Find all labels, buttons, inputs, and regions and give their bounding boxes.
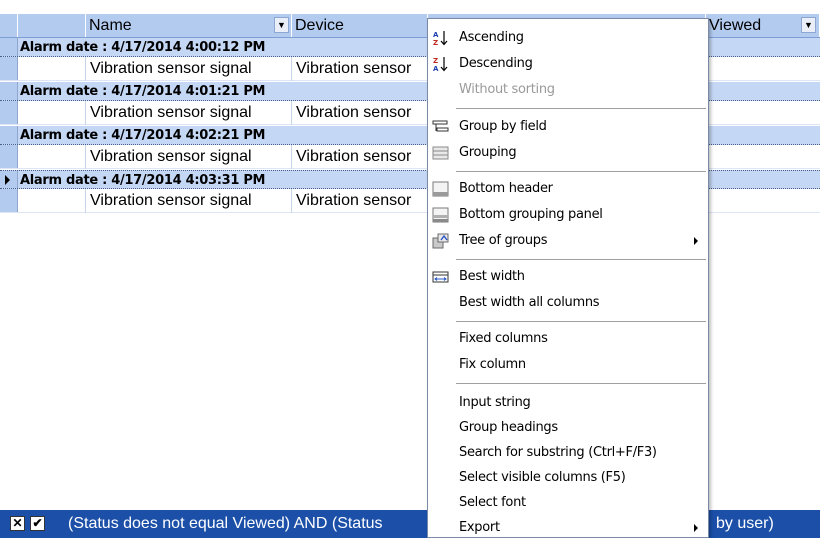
row-indicator[interactable] [0, 126, 18, 144]
device-cell[interactable]: Vibration sensor [292, 57, 428, 81]
name-cell[interactable]: Vibration sensor signal [86, 101, 292, 125]
current-row-arrow-icon [5, 175, 10, 185]
menu-separator [456, 321, 706, 322]
row-spacer-cell [18, 57, 86, 81]
row-indicator[interactable] [0, 189, 18, 212]
menu-item-label: Search for substring (Ctrl+F/F3) [459, 445, 657, 460]
menu-item-label: Input string [459, 395, 531, 410]
device-cell[interactable]: Vibration sensor [292, 189, 428, 213]
submenu-arrow-icon [694, 524, 698, 532]
menu-item-label: Without sorting [459, 82, 555, 97]
svg-text:A: A [433, 31, 439, 39]
header-indicator-cell [0, 14, 18, 37]
row-indicator[interactable] [0, 82, 18, 100]
menu-item-bottom-grouping-panel[interactable]: Bottom grouping panel [428, 203, 708, 227]
filter-expression[interactable]: (Status does not equal Viewed) AND (Stat… [68, 510, 383, 538]
sort-ascending-icon: A Z [433, 31, 448, 46]
row-indicator[interactable] [0, 57, 18, 80]
menu-item-bottom-header[interactable]: Bottom header [428, 177, 708, 201]
menu-item-label: Ascending [459, 30, 524, 45]
menu-item-best-width-all-columns[interactable]: Best width all columns [428, 291, 708, 315]
menu-item-grouping[interactable]: Grouping [428, 141, 708, 165]
menu-item-label: Tree of groups [459, 233, 548, 248]
menu-item-without-sorting[interactable]: Without sorting [428, 78, 708, 102]
group-by-field-icon [432, 120, 449, 132]
group-label: Alarm date : 4/17/2014 4:02:21 PM [20, 128, 266, 143]
row-indicator[interactable] [0, 171, 18, 188]
menu-item-label: Grouping [459, 145, 517, 160]
row-indicator[interactable] [0, 101, 18, 124]
header-blank-cell [18, 14, 86, 37]
menu-separator [456, 108, 706, 109]
name-cell[interactable]: Vibration sensor signal [86, 145, 292, 169]
viewed-filter-dropdown-icon[interactable]: ▼ [801, 17, 816, 33]
menu-item-label: Fixed columns [459, 331, 548, 346]
menu-item-select-visible-columns[interactable]: Select visible columns (F5) [428, 466, 708, 490]
column-header-device[interactable]: Device [292, 14, 428, 37]
menu-item-fix-column[interactable]: Fix column [428, 353, 708, 377]
filter-expression-tail[interactable]: by user) [716, 510, 774, 538]
menu-item-label: Bottom grouping panel [459, 207, 603, 222]
column-header-viewed[interactable]: Viewed ▼ [706, 14, 820, 37]
name-filter-dropdown-icon[interactable]: ▼ [274, 17, 289, 33]
menu-item-input-string[interactable]: Input string [428, 391, 708, 415]
menu-item-select-font[interactable]: Select font [428, 491, 708, 515]
device-cell[interactable]: Vibration sensor [292, 101, 428, 125]
menu-item-search-substring[interactable]: Search for substring (Ctrl+F/F3) [428, 441, 708, 465]
menu-item-export[interactable]: Export [428, 516, 708, 537]
column-header-viewed-label: Viewed [709, 17, 762, 34]
menu-item-group-headings[interactable]: Group headings [428, 416, 708, 440]
menu-item-label: Select font [459, 495, 526, 510]
menu-item-label: Best width [459, 269, 525, 284]
menu-item-tree-of-groups[interactable]: Tree of groups [428, 229, 708, 253]
menu-item-group-by-field[interactable]: Group by field [428, 115, 708, 139]
name-cell[interactable]: Vibration sensor signal [86, 57, 292, 81]
menu-item-fixed-columns[interactable]: Fixed columns [428, 327, 708, 351]
submenu-arrow-icon [694, 237, 698, 245]
menu-separator [456, 259, 706, 260]
menu-separator [456, 383, 706, 384]
grouping-icon [432, 146, 449, 160]
group-label: Alarm date : 4/17/2014 4:03:31 PM [20, 173, 266, 188]
best-width-icon [432, 271, 449, 283]
group-label: Alarm date : 4/17/2014 4:01:21 PM [20, 84, 266, 99]
menu-item-label: Fix column [459, 357, 526, 372]
column-context-menu: A Z Ascending Z A Descending Without sor… [427, 18, 709, 538]
name-cell[interactable]: Vibration sensor signal [86, 189, 292, 213]
filter-enabled-checkbox[interactable]: ✔ [30, 516, 45, 531]
svg-text:A: A [433, 65, 439, 72]
row-spacer-cell [18, 145, 86, 169]
menu-item-best-width[interactable]: Best width [428, 265, 708, 289]
menu-separator [456, 171, 706, 172]
menu-item-ascending[interactable]: A Z Ascending [428, 26, 708, 50]
column-header-device-label: Device [295, 17, 344, 34]
menu-item-label: Select visible columns (F5) [459, 470, 626, 485]
menu-item-label: Descending [459, 56, 533, 71]
group-label: Alarm date : 4/17/2014 4:00:12 PM [20, 40, 266, 55]
menu-item-label: Best width all columns [459, 295, 600, 310]
menu-item-descending[interactable]: Z A Descending [428, 52, 708, 76]
row-indicator[interactable] [0, 145, 18, 168]
tree-of-groups-icon [432, 233, 449, 249]
bottom-grouping-panel-icon [432, 207, 449, 223]
row-spacer-cell [18, 101, 86, 125]
column-header-name-label: Name [89, 17, 132, 34]
clear-filter-close-icon[interactable]: ✕ [10, 516, 25, 531]
bottom-header-icon [432, 181, 449, 197]
column-header-name[interactable]: Name ▼ [86, 14, 292, 37]
menu-item-label: Group by field [459, 119, 547, 134]
menu-item-label: Bottom header [459, 181, 553, 196]
menu-item-label: Group headings [459, 420, 558, 435]
sort-descending-icon: Z A [433, 57, 448, 72]
row-indicator[interactable] [0, 38, 18, 56]
svg-text:Z: Z [433, 39, 438, 46]
device-cell[interactable]: Vibration sensor [292, 145, 428, 169]
row-spacer-cell [18, 189, 86, 213]
svg-text:Z: Z [433, 57, 438, 65]
menu-item-label: Export [459, 520, 500, 535]
